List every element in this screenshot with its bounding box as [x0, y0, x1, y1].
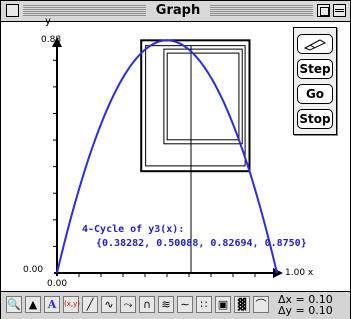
iterate-icon[interactable]: ∩: [139, 296, 155, 313]
pencil-eraser-icon[interactable]: [297, 34, 333, 54]
text-A-icon[interactable]: A: [44, 296, 60, 313]
curve-icon[interactable]: ∿: [101, 296, 117, 313]
cobweb-square: [140, 39, 251, 173]
cycle-annotation-values: {0.38282, 0.50088, 0.82694, 0.8750}: [96, 238, 307, 249]
zoom-icon[interactable]: 🔍: [6, 296, 22, 313]
dots-icon[interactable]: ∷: [196, 296, 212, 313]
cobweb-squares: [140, 39, 251, 173]
y-axis-label: y: [45, 16, 51, 27]
wave-alt-icon[interactable]: ∼: [177, 296, 193, 313]
line-icon[interactable]: ╱: [82, 296, 98, 313]
y-max-label: 0.88: [41, 35, 61, 45]
derivative-icon[interactable]: ⤳: [120, 296, 136, 313]
wave-icon[interactable]: ≋: [158, 296, 174, 313]
delta-readout: Δx = 0.10 Δy = 0.10: [278, 294, 333, 316]
cobweb-icon[interactable]: ▣: [215, 296, 231, 313]
arrow-icon[interactable]: ▲: [25, 296, 41, 313]
cobweb-square: [145, 45, 246, 167]
graph-window: Graph y 0.88 0.00 0.00 1.00 x 4-Cycle of…: [0, 0, 351, 319]
step-button[interactable]: Step: [297, 59, 333, 79]
y-min-label: 0.00: [23, 265, 43, 275]
cobweb-square: [163, 48, 243, 145]
go-button[interactable]: Go: [297, 84, 333, 104]
control-palette: Step Go Stop: [293, 27, 337, 135]
x-max-label: 1.00 x: [285, 268, 314, 278]
curve-small-icon[interactable]: ⌒: [253, 296, 269, 313]
dy-readout: Δy = 0.10: [278, 304, 333, 317]
grid-icon[interactable]: ▓: [234, 296, 250, 313]
stop-button[interactable]: Stop: [297, 109, 333, 129]
cycle-annotation-title: 4-Cycle of y3(x):: [82, 224, 184, 235]
tool-bar: 🔍 ▲ A (x,y) ╱ ∿ ⤳ ∩ ≋ ∼ ∷ ▣ ▓ ⌒ Δx = 0.1…: [1, 291, 350, 319]
x-axis-arrow: [273, 268, 283, 278]
x-min-label: 0.00: [47, 279, 67, 289]
xy-icon[interactable]: (x,y): [63, 296, 80, 313]
